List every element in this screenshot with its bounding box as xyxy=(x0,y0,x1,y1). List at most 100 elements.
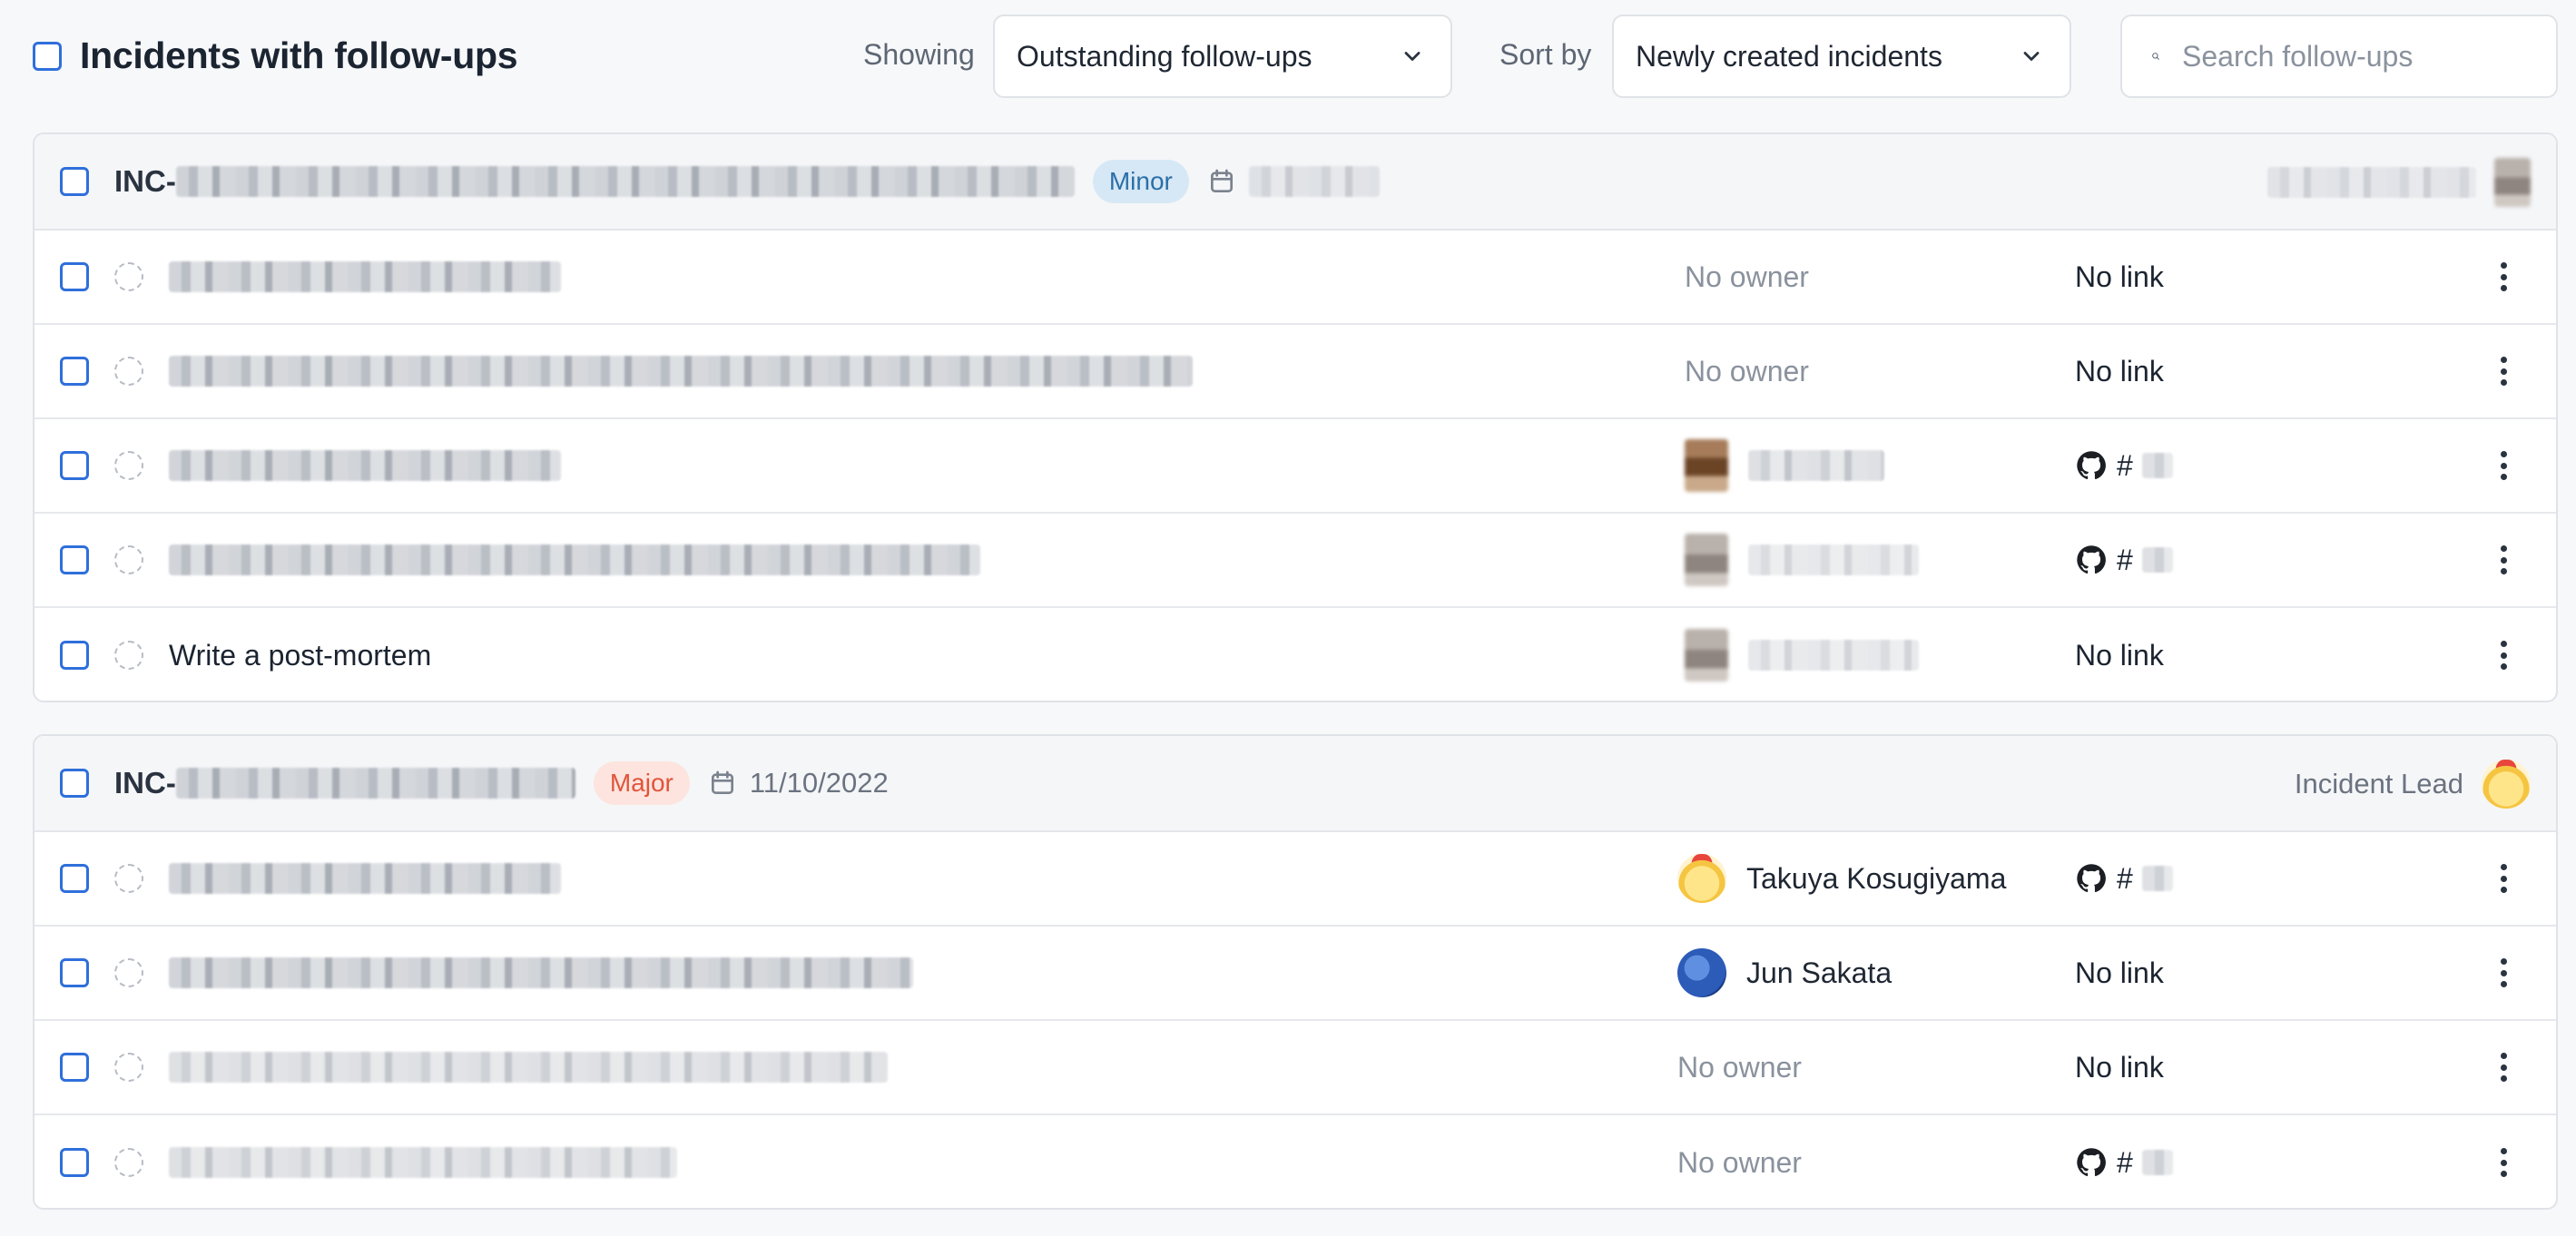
status-circle-icon[interactable] xyxy=(114,641,143,670)
status-circle-icon[interactable] xyxy=(114,262,143,291)
kebab-menu-icon[interactable] xyxy=(2494,353,2512,389)
owner-cell[interactable]: Takuya Kosugiyama xyxy=(1677,854,2006,903)
followup-row[interactable]: # xyxy=(34,514,2556,608)
incident-checkbox[interactable] xyxy=(60,167,89,196)
owner-name: Jun Sakata xyxy=(1746,956,1893,989)
sort-select[interactable]: Newly created incidents xyxy=(1612,15,2071,98)
incident-date-redacted xyxy=(1248,166,1380,197)
owner-cell[interactable]: No owner xyxy=(1685,260,1809,294)
link-cell[interactable]: No link xyxy=(2075,1051,2164,1084)
followup-checkbox[interactable] xyxy=(60,641,89,670)
owner-cell[interactable]: No owner xyxy=(1685,355,1809,388)
chevron-down-icon xyxy=(1404,52,1421,61)
status-circle-icon[interactable] xyxy=(114,1148,143,1177)
kebab-menu-icon[interactable] xyxy=(2494,860,2512,897)
link-text: # xyxy=(2117,448,2133,482)
followup-row[interactable]: Takuya Kosugiyama # xyxy=(34,832,2556,927)
incident-id[interactable]: INC- xyxy=(114,766,176,800)
link-cell[interactable]: No link xyxy=(2075,956,2164,990)
incident-id[interactable]: INC- xyxy=(114,164,176,199)
link-cell[interactable]: No link xyxy=(2075,639,2164,672)
status-circle-icon[interactable] xyxy=(114,545,143,574)
incident-header[interactable]: INC- Major 11/10/2022 Incident Lead xyxy=(34,736,2556,832)
owner-cell[interactable]: No owner xyxy=(1677,1051,1802,1084)
incident-card: INC- Major 11/10/2022 Incident Lead Taku… xyxy=(33,734,2558,1210)
link-cell[interactable]: # xyxy=(2075,1146,2173,1180)
followup-title-redacted xyxy=(169,356,1193,387)
followup-checkbox[interactable] xyxy=(60,357,89,386)
kebab-menu-icon[interactable] xyxy=(2494,1144,2512,1181)
followup-title-redacted xyxy=(169,863,561,894)
followup-row[interactable]: Write a post-mortem No link xyxy=(34,608,2556,701)
github-icon xyxy=(2077,864,2106,893)
github-icon xyxy=(2077,451,2106,480)
followup-title-redacted xyxy=(169,1052,888,1083)
calendar-icon xyxy=(1210,169,1233,192)
owner-cell[interactable] xyxy=(1685,534,1919,586)
avatar xyxy=(2494,158,2531,207)
owner-name-redacted xyxy=(1748,640,1919,671)
avatar xyxy=(1685,629,1728,682)
status-circle-icon[interactable] xyxy=(114,451,143,480)
followup-checkbox[interactable] xyxy=(60,262,89,291)
severity-badge: Major xyxy=(593,761,690,805)
followup-checkbox[interactable] xyxy=(60,958,89,987)
incident-card: INC- Minor No owner No link No owner No … xyxy=(33,132,2558,702)
followup-title-redacted xyxy=(169,544,980,575)
select-all-checkbox[interactable] xyxy=(33,41,62,71)
owner-cell[interactable]: Jun Sakata xyxy=(1677,948,1892,997)
followup-row[interactable]: No owner No link xyxy=(34,1021,2556,1115)
incident-lead-redacted xyxy=(2267,167,2476,198)
link-cell[interactable]: No link xyxy=(2075,355,2164,388)
kebab-menu-icon[interactable] xyxy=(2494,955,2512,991)
owner-cell[interactable] xyxy=(1685,629,1919,682)
link-number-redacted xyxy=(2141,547,2173,573)
followup-checkbox[interactable] xyxy=(60,451,89,480)
sort-select-value: Newly created incidents xyxy=(1636,39,1942,73)
status-circle-icon[interactable] xyxy=(114,958,143,987)
owner-cell[interactable] xyxy=(1685,439,1884,492)
search-icon xyxy=(2152,53,2159,60)
kebab-menu-icon[interactable] xyxy=(2494,637,2512,673)
followup-title[interactable]: Write a post-mortem xyxy=(169,639,431,672)
link-text: # xyxy=(2117,543,2133,576)
incident-header[interactable]: INC- Minor xyxy=(34,134,2556,231)
page-title: Incidents with follow-ups xyxy=(80,34,518,76)
kebab-menu-icon[interactable] xyxy=(2494,1049,2512,1085)
followup-row[interactable]: Jun Sakata No link xyxy=(34,927,2556,1021)
severity-badge: Minor xyxy=(1092,160,1189,203)
incident-date: 11/10/2022 xyxy=(749,767,889,799)
search-input[interactable] xyxy=(2182,39,2527,74)
followup-checkbox[interactable] xyxy=(60,545,89,574)
kebab-menu-icon[interactable] xyxy=(2494,447,2512,484)
kebab-menu-icon[interactable] xyxy=(2494,259,2512,295)
followup-checkbox[interactable] xyxy=(60,1148,89,1177)
sort-label: Sort by xyxy=(1499,38,1592,71)
incident-checkbox[interactable] xyxy=(60,769,89,798)
followup-title-redacted xyxy=(169,450,561,481)
followup-row[interactable]: # xyxy=(34,419,2556,514)
search-box[interactable] xyxy=(2120,15,2558,98)
status-circle-icon[interactable] xyxy=(114,864,143,893)
followup-checkbox[interactable] xyxy=(60,1053,89,1082)
link-cell[interactable]: # xyxy=(2075,449,2173,483)
link-cell[interactable]: # xyxy=(2075,544,2173,577)
followup-row[interactable]: No owner No link xyxy=(34,231,2556,325)
followup-checkbox[interactable] xyxy=(60,864,89,893)
status-circle-icon[interactable] xyxy=(114,357,143,386)
followup-title-redacted xyxy=(169,261,561,292)
owner-cell[interactable]: No owner xyxy=(1677,1146,1802,1180)
kebab-menu-icon[interactable] xyxy=(2494,542,2512,578)
followup-row[interactable]: No owner No link xyxy=(34,325,2556,419)
avatar xyxy=(1685,534,1728,586)
showing-select[interactable]: Outstanding follow-ups xyxy=(993,15,1452,98)
link-text: # xyxy=(2117,1145,2133,1179)
link-cell[interactable]: # xyxy=(2075,862,2173,896)
owner-name: Takuya Kosugiyama xyxy=(1746,861,2007,895)
status-circle-icon[interactable] xyxy=(114,1053,143,1082)
showing-label: Showing xyxy=(863,38,975,71)
followup-row[interactable]: No owner # xyxy=(34,1115,2556,1208)
link-number-redacted xyxy=(2141,866,2173,891)
avatar xyxy=(2482,760,2531,809)
link-cell[interactable]: No link xyxy=(2075,260,2164,294)
